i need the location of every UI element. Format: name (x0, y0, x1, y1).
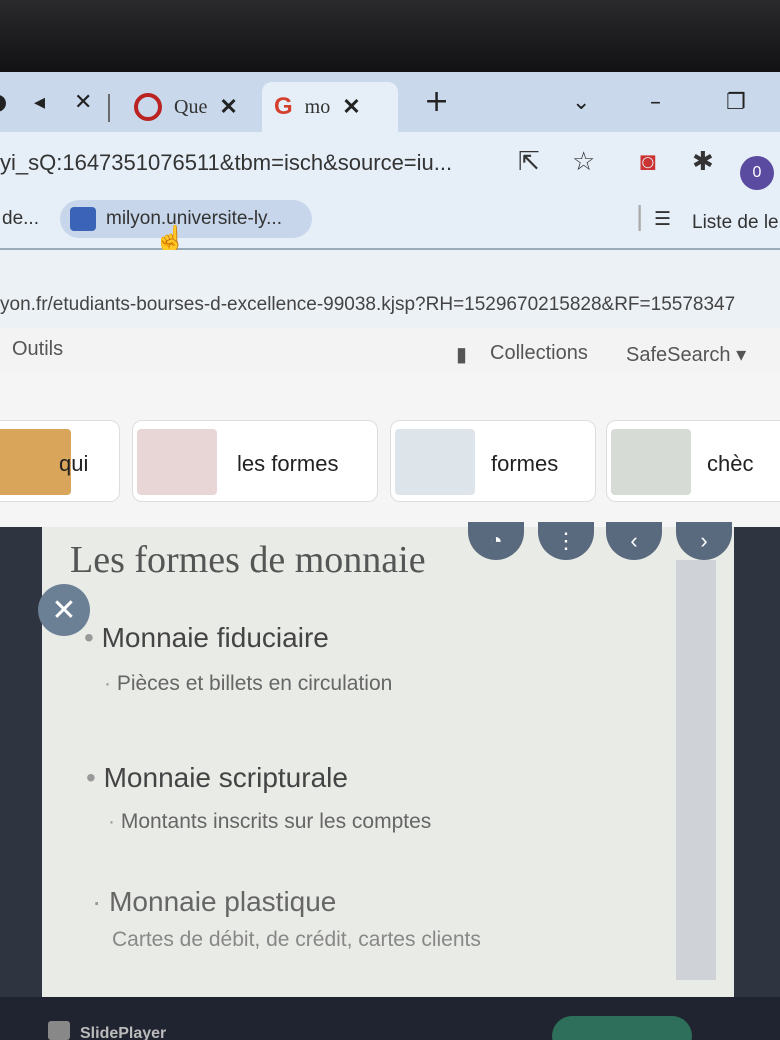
related-chip[interactable]: qui (0, 420, 120, 502)
minimize-icon[interactable]: – (650, 90, 661, 115)
tab-close-button[interactable]: ✕ (342, 94, 360, 120)
reading-list-icon[interactable]: ☰ (654, 208, 671, 231)
sub-bullet-text: Montants inscrits sur les comptes (120, 810, 432, 833)
tab-strip: ● ◂ ✕ Que ✕ G mo ✕ + ⌄ – ❐ (0, 72, 780, 132)
screen-bezel (0, 0, 780, 74)
bookmark-item[interactable]: de... (2, 208, 39, 230)
url-text[interactable]: yi_sQ:1647351076511&tbm=isch&source=iu..… (0, 150, 452, 176)
mute-icon[interactable]: ◂ (34, 90, 45, 115)
images-toolbar: Outils ▮ Collections SafeSearch ▾ (0, 328, 780, 372)
tools-button[interactable]: Outils (12, 338, 63, 361)
sub-bullet-text: Cartes de débit, de crédit, cartes clien… (112, 928, 481, 951)
chip-label: formes (491, 451, 559, 476)
chevron-right-icon: › (700, 528, 708, 553)
tab-close-button[interactable]: ✕ (219, 94, 237, 120)
related-searches: qui les formes formes chèc (0, 372, 780, 527)
tab-question[interactable]: Que ✕ (122, 82, 250, 132)
tab-title: Que (174, 95, 208, 118)
chip-thumbnail (137, 429, 217, 495)
status-url: yon.fr/etudiants-bourses-d-excellence-99… (0, 294, 736, 315)
chip-label: qui (59, 451, 89, 476)
bullet-text: Monnaie fiduciaire (101, 622, 329, 653)
profile-avatar[interactable]: 0 (740, 156, 774, 190)
slide-title: Les formes de monnaie (70, 539, 426, 581)
chevron-left-icon: ‹ (630, 528, 638, 553)
restore-icon[interactable]: ❐ (726, 90, 746, 115)
university-favicon-icon (70, 207, 96, 231)
star-icon[interactable]: ☆ (572, 146, 595, 177)
address-bar[interactable]: yi_sQ:1647351076511&tbm=isch&source=iu..… (0, 132, 780, 194)
bookmark-label: milyon.universite-ly... (106, 208, 282, 229)
collections-button[interactable]: Collections (490, 342, 588, 365)
related-chip[interactable]: formes (390, 420, 596, 502)
slide-sub-bullet: · Pièces et billets en circulation (104, 672, 393, 695)
tab-title: mo (304, 95, 331, 118)
related-chip[interactable]: chèc (606, 420, 780, 502)
chip-thumbnail (611, 429, 691, 495)
close-preview-button[interactable]: ✕ (38, 584, 90, 636)
tab-google-search[interactable]: G mo ✕ (262, 82, 398, 132)
bookmark-divider: | (636, 200, 644, 231)
extensions-icon[interactable]: ✱ (692, 146, 714, 177)
pocket-icon[interactable]: ◙ (640, 146, 656, 177)
lens-icon: ◔ (489, 528, 503, 553)
slide-bullet: • Monnaie scripturale (86, 762, 348, 793)
slide-sub-bullet: · Montants inscrits sur les comptes (108, 810, 432, 833)
tab-search-icon[interactable]: ⌄ (572, 90, 590, 115)
more-vertical-icon: ⋮ (555, 528, 577, 553)
chip-thumbnail (395, 429, 475, 495)
preview-scrollbar[interactable] (676, 560, 716, 980)
bullet-text: Monnaie plastique (109, 886, 337, 917)
chip-label: les formes (237, 451, 339, 476)
related-chip[interactable]: les formes (132, 420, 378, 502)
new-tab-button[interactable]: + (424, 84, 449, 119)
quora-icon (134, 93, 162, 121)
bullet-text: Monnaie scripturale (103, 762, 348, 793)
google-icon: G (274, 93, 293, 120)
collections-icon[interactable]: ▮ (456, 342, 467, 367)
slide-bullet: • Monnaie fiduciaire (84, 622, 329, 653)
safesearch-button[interactable]: SafeSearch ▾ (626, 342, 746, 367)
close-icon: ✕ (51, 593, 77, 627)
chip-label: chèc (707, 451, 754, 476)
tab-separator (108, 94, 110, 122)
slideplayer-favicon-icon (48, 1021, 70, 1040)
reading-list-button[interactable]: Liste de le (692, 212, 779, 234)
tab-group-icon[interactable]: ● (0, 90, 7, 115)
close-icon[interactable]: ✕ (74, 90, 92, 115)
share-icon[interactable]: ⇱ (518, 146, 540, 177)
slide-bullet: · Monnaie plastique (92, 886, 337, 917)
source-label[interactable]: SlidePlayer (80, 1025, 166, 1040)
link-status-bar: yon.fr/etudiants-bourses-d-excellence-99… (0, 250, 780, 328)
sub-bullet-text: Pièces et billets en circulation (116, 672, 393, 695)
visit-button[interactable] (552, 1016, 692, 1040)
slide-sub-bullet: Cartes de débit, de crédit, cartes clien… (112, 928, 481, 952)
